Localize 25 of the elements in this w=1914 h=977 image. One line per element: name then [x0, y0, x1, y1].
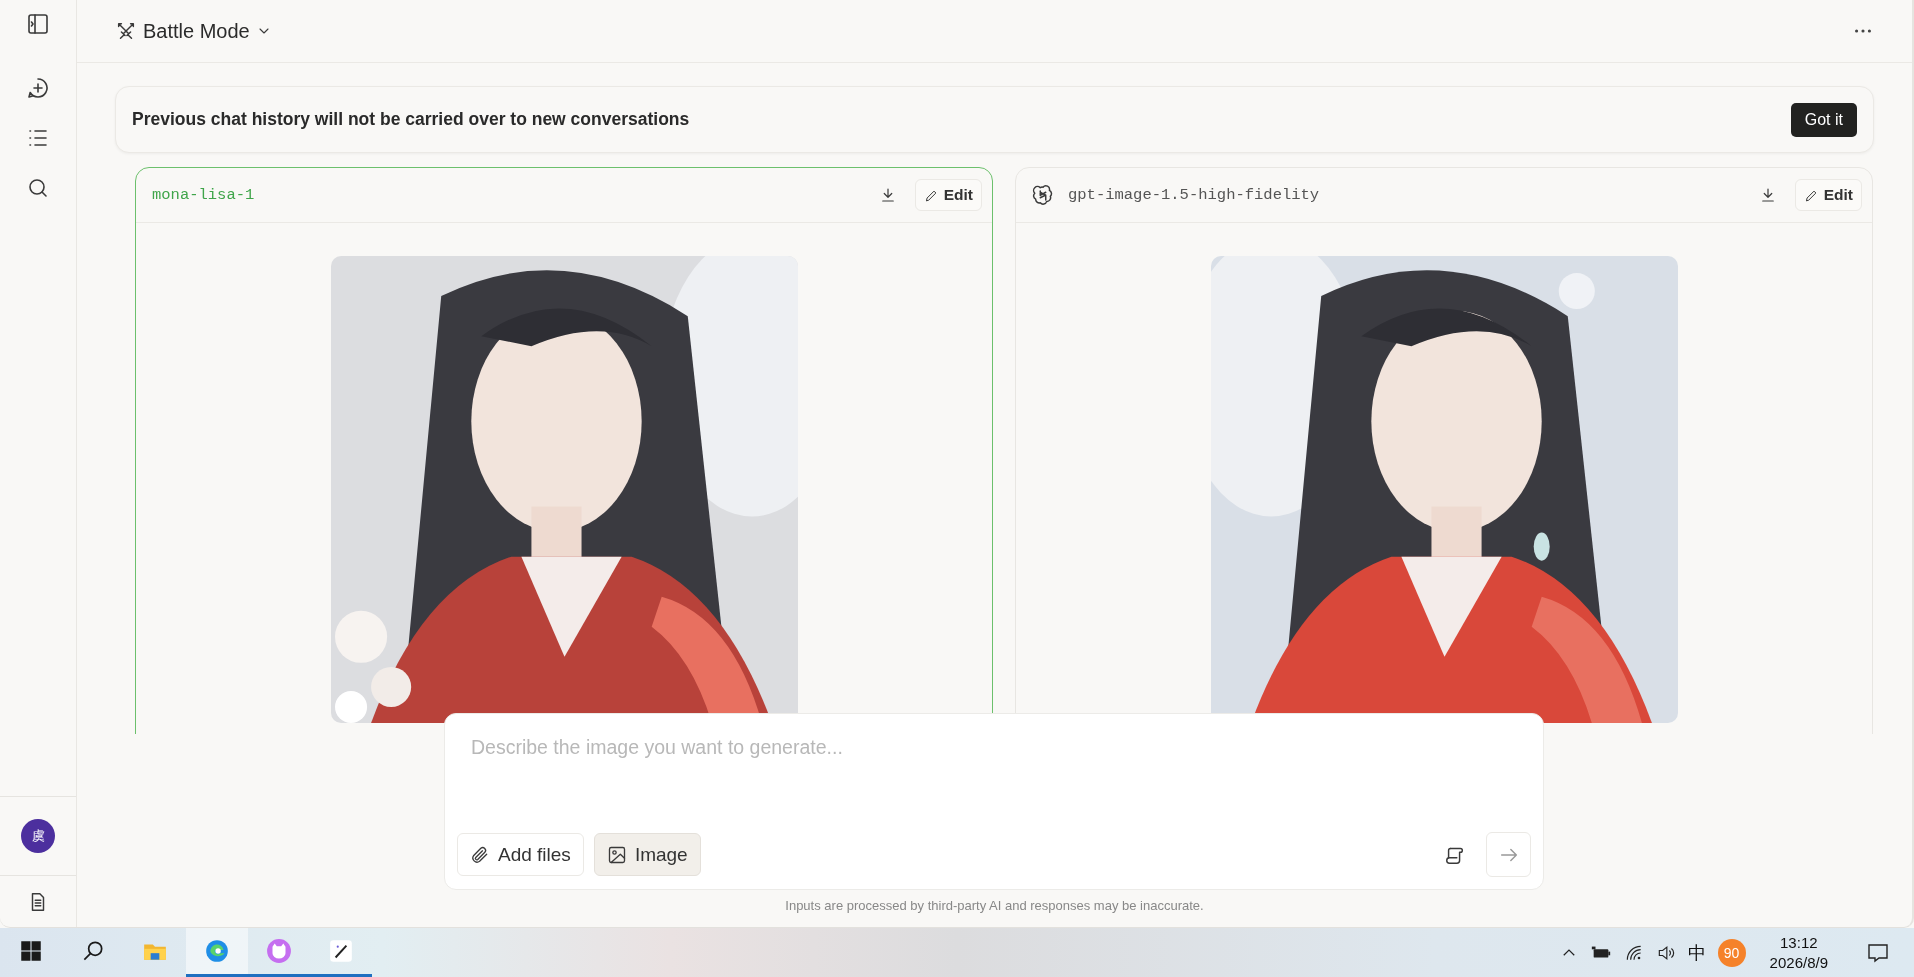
edit-button[interactable]: Edit: [1794, 179, 1862, 211]
clock-date[interactable]: 2026/8/9: [1769, 952, 1828, 972]
pen-icon: [328, 938, 354, 964]
model-name: gpt-image-1.5-high-fidelity: [1068, 186, 1320, 204]
edit-button[interactable]: Edit: [914, 179, 982, 211]
mode-dropdown[interactable]: Battle Mode: [115, 19, 272, 43]
sidebar-toggle-icon[interactable]: [26, 12, 50, 36]
disclaimer-text: Inputs are processed by third-party AI and responses may be inaccurate.: [784, 898, 1205, 913]
composer-button[interactable]: Add files: [457, 833, 584, 876]
new-chat-icon[interactable]: [26, 76, 50, 100]
windows-icon: [18, 938, 44, 964]
notice-text: Previous chat history will not be carried over to new conversations: [132, 109, 690, 130]
user-avatar[interactable]: 虞: [21, 819, 55, 853]
paperclip-icon: [470, 844, 490, 865]
browser-icon: [204, 938, 230, 964]
got-it-button[interactable]: Got it: [1790, 102, 1857, 137]
input-method-indicator[interactable]: 中: [1687, 940, 1706, 965]
crossed-swords-icon: [115, 20, 137, 42]
image-icon: [606, 844, 627, 865]
cat-face-icon: [266, 938, 292, 964]
search-icon[interactable]: [26, 176, 50, 200]
model-name: mona-lisa-1: [152, 186, 255, 204]
prompt-field[interactable]: Describe the image you want to generate...: [457, 728, 1531, 772]
clock-time[interactable]: 13:12: [1780, 933, 1818, 953]
composer-button[interactable]: Image: [593, 833, 701, 876]
